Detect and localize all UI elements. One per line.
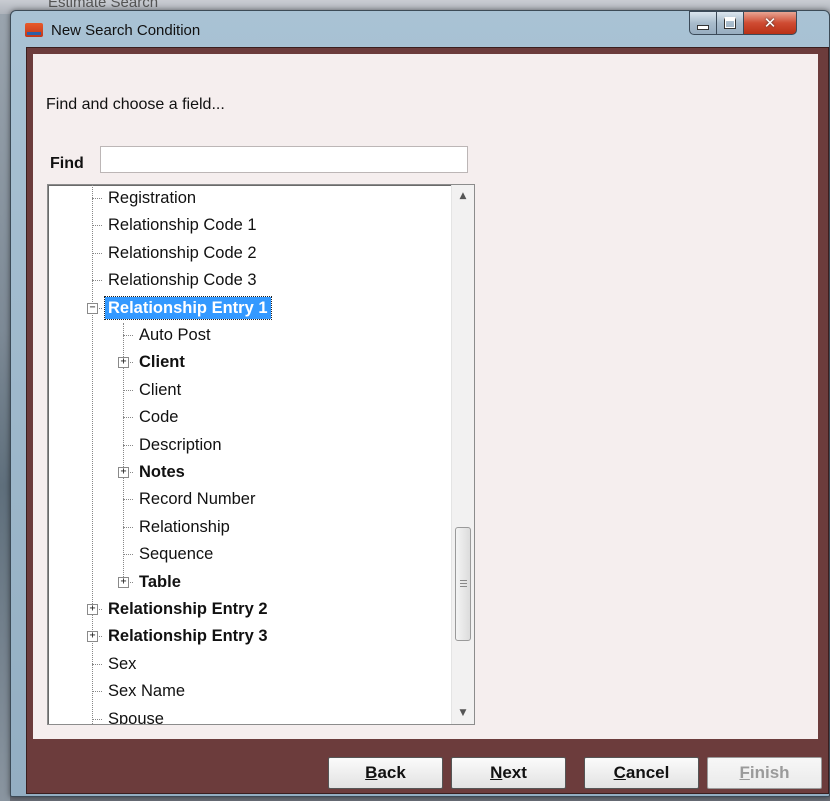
expand-icon[interactable]: +	[118, 467, 129, 478]
tree-connector	[123, 417, 133, 419]
finish-button[interactable]: Finish	[707, 757, 822, 789]
tree-item[interactable]: Record Number	[136, 487, 258, 511]
minimize-button[interactable]	[689, 11, 717, 35]
tree-connector	[123, 389, 133, 391]
maximize-icon	[724, 17, 736, 29]
tree-item-label: Relationship Code 3	[108, 271, 257, 290]
finish-label-rest: inish	[749, 763, 790, 782]
expand-icon[interactable]: +	[87, 631, 98, 643]
tree-guide-line	[92, 185, 93, 724]
find-input[interactable]	[100, 146, 468, 173]
tree-item[interactable]: Client	[136, 378, 184, 402]
tree-item[interactable]: Sex	[105, 652, 139, 676]
tree-item-label: Notes	[139, 463, 185, 481]
scroll-down-icon[interactable]: ▼	[452, 702, 474, 724]
expand-icon[interactable]: +	[118, 357, 129, 369]
background-app-edge	[0, 14, 10, 801]
next-label-rest: ext	[502, 763, 527, 782]
tree-item[interactable]: Relationship Code 2	[105, 241, 260, 265]
tree-item[interactable]: Relationship Entry 3	[105, 624, 271, 648]
tree-connector	[123, 335, 133, 336]
tree-item[interactable]: Registration	[105, 186, 199, 210]
tree-item-label: Sex	[108, 654, 137, 673]
tree-connector	[92, 691, 102, 693]
cancel-label-rest: ancel	[625, 763, 670, 782]
tree-item-label: Relationship Code 2	[108, 243, 257, 262]
collapse-icon[interactable]: −	[87, 302, 98, 314]
maximize-button[interactable]	[716, 11, 744, 35]
expand-icon[interactable]: +	[118, 576, 129, 588]
cancel-accel: C	[613, 763, 626, 782]
tree-connector	[92, 252, 102, 254]
back-label-rest: ack	[377, 763, 406, 782]
tree-item-label: Registration	[108, 189, 197, 207]
tree-item[interactable]: Notes	[136, 460, 188, 484]
tree-connector	[92, 663, 102, 665]
tree-item[interactable]: Relationship Entry 2	[105, 597, 271, 621]
tree-item-label: Client	[139, 353, 185, 372]
expand-icon[interactable]: +	[87, 604, 98, 615]
tree-item-label: Relationship Entry 2	[108, 600, 268, 618]
tree-item[interactable]: Sex Name	[105, 679, 188, 703]
tree-item[interactable]: Table	[136, 570, 184, 594]
scroll-up-icon[interactable]: ▲	[452, 185, 474, 207]
tree-item[interactable]: Relationship Code 1	[105, 213, 260, 237]
tree-items: Registration Relationship Code 1 Relations…	[48, 185, 450, 724]
dialog-client-area: Find and choose a field... Find Registra…	[26, 47, 829, 794]
back-button[interactable]: Back	[328, 757, 443, 789]
tree-item[interactable]: Relationship Code 3	[105, 268, 260, 292]
tree-item-label: Auto Post	[139, 326, 211, 344]
back-accel: B	[365, 763, 378, 782]
tree-item[interactable]: Auto Post	[136, 323, 214, 347]
next-button[interactable]: Next	[451, 757, 566, 789]
tree-item[interactable]: Relationship Entry 1	[104, 295, 272, 320]
tree-item-label: Sex Name	[108, 682, 186, 701]
scroll-thumb[interactable]	[455, 527, 471, 641]
finish-accel: F	[739, 763, 750, 782]
tree-connector	[92, 225, 102, 227]
field-tree[interactable]: Registration Relationship Code 1 Relations…	[47, 184, 475, 725]
tree-item-label: Client	[139, 380, 182, 399]
close-button[interactable]: ✕	[743, 11, 797, 35]
tree-item-label: Table	[139, 572, 181, 591]
tree-item-label: Record Number	[139, 490, 256, 509]
tree-item-label: Relationship Entry 3	[108, 627, 268, 646]
content-panel: Find and choose a field... Find Registra…	[33, 54, 818, 739]
tree-item[interactable]: Code	[136, 405, 181, 429]
tree-connector	[92, 198, 102, 199]
tree-item[interactable]: Relationship	[136, 515, 233, 539]
tree-item[interactable]: Sequence	[136, 542, 216, 566]
window-title: New Search Condition	[51, 22, 201, 39]
cancel-button[interactable]: Cancel	[584, 757, 699, 789]
tree-item-label: Relationship Entry 1	[104, 295, 272, 320]
close-icon: ✕	[763, 14, 777, 32]
tree-connector	[123, 499, 133, 501]
tree-connector	[123, 526, 133, 528]
find-label: Find	[50, 155, 84, 172]
dialog-window: New Search Condition ✕ Find and choose a…	[10, 10, 830, 797]
tree-connector	[123, 444, 133, 446]
next-accel: N	[490, 763, 503, 782]
tree-connector	[92, 718, 102, 720]
tree-item[interactable]: Description	[136, 433, 225, 457]
tree-item[interactable]: Spouse	[105, 707, 167, 724]
tree-item-label: Sequence	[139, 545, 214, 564]
tree-connector	[92, 280, 102, 282]
tree-item-label: Spouse	[108, 709, 164, 724]
tree-connector	[123, 554, 133, 556]
minimize-icon	[697, 24, 709, 30]
title-bar[interactable]: New Search Condition ✕	[11, 11, 829, 47]
tree-vertical-scrollbar[interactable]: ▲ ▼	[451, 185, 474, 724]
tree-item[interactable]: Client	[136, 350, 188, 374]
tree-item-label: Code	[139, 408, 179, 427]
instruction-text: Find and choose a field...	[46, 96, 225, 113]
tree-item-label: Relationship Code 1	[108, 216, 257, 235]
scroll-grip-icon	[460, 580, 467, 588]
tree-item-label: Description	[139, 435, 222, 454]
tree-item-label: Relationship	[139, 517, 230, 536]
app-icon	[25, 23, 43, 37]
